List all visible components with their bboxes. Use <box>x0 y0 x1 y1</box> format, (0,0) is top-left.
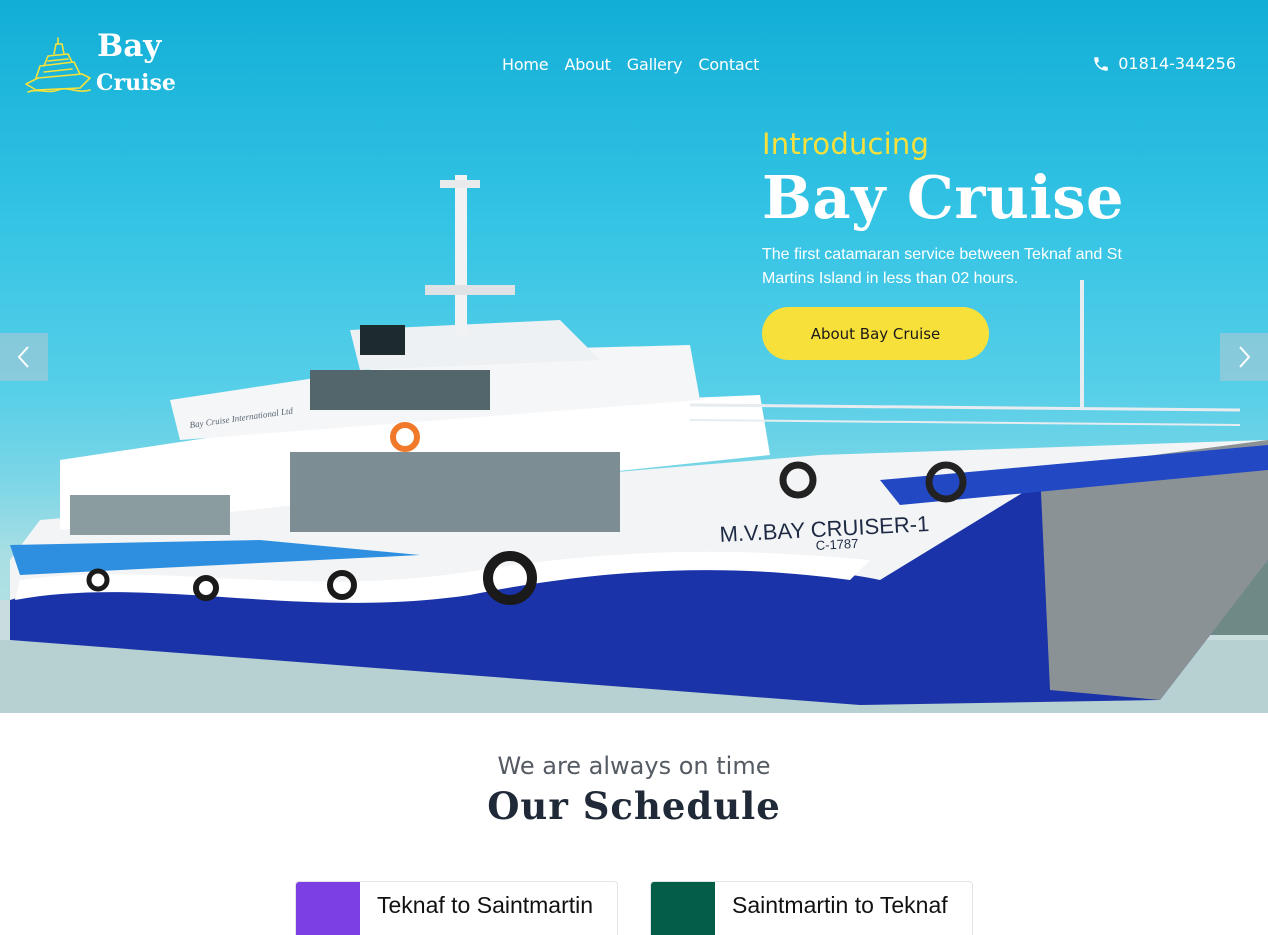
ship-reg: C-1787 <box>815 536 858 553</box>
hero-description: The first catamaran service between Tekn… <box>762 246 1122 287</box>
brand-line1: Bay <box>97 28 162 64</box>
route-label: Teknaf to Saintmartin <box>377 892 594 918</box>
nav-gallery[interactable]: Gallery <box>627 55 683 74</box>
route-card-saintmartin-teknaf[interactable]: Saintmartin to Teknaf <box>650 881 973 935</box>
hero-content: Introducing Bay Cruise The first catamar… <box>762 127 1182 360</box>
phone-link[interactable]: 01814-344256 <box>1092 54 1236 73</box>
chevron-left-icon <box>17 346 29 368</box>
route-color-swatch <box>651 882 715 935</box>
about-cta-button[interactable]: About Bay Cruise <box>762 307 989 360</box>
slider-next-button[interactable] <box>1220 333 1268 381</box>
ship-icon <box>25 37 91 93</box>
route-label: Saintmartin to Teknaf <box>732 892 948 918</box>
hero-kicker: Introducing <box>762 127 930 161</box>
brand-logo[interactable]: Bay Cruise <box>24 28 184 100</box>
hero-title: Bay Cruise <box>762 163 1125 232</box>
nav-about[interactable]: About <box>564 55 611 74</box>
route-color-swatch <box>296 882 360 935</box>
schedule-subtitle: We are always on time <box>497 752 771 780</box>
main-nav: Home About Gallery Contact <box>502 55 759 74</box>
slider-prev-button[interactable] <box>0 333 48 381</box>
schedule-title: Our Schedule <box>487 784 781 828</box>
hero-slider: M.V.BAY CRUISER-1 C-1787 Bay Cruise Inte… <box>0 0 1268 713</box>
phone-icon <box>1094 56 1108 71</box>
brand-line2: Cruise <box>96 70 176 96</box>
nav-home[interactable]: Home <box>502 55 549 74</box>
chevron-right-icon <box>1239 346 1251 368</box>
phone-number: 01814-344256 <box>1118 54 1236 73</box>
nav-contact[interactable]: Contact <box>698 55 759 74</box>
route-card-teknaf-saintmartin[interactable]: Teknaf to Saintmartin <box>295 881 618 935</box>
